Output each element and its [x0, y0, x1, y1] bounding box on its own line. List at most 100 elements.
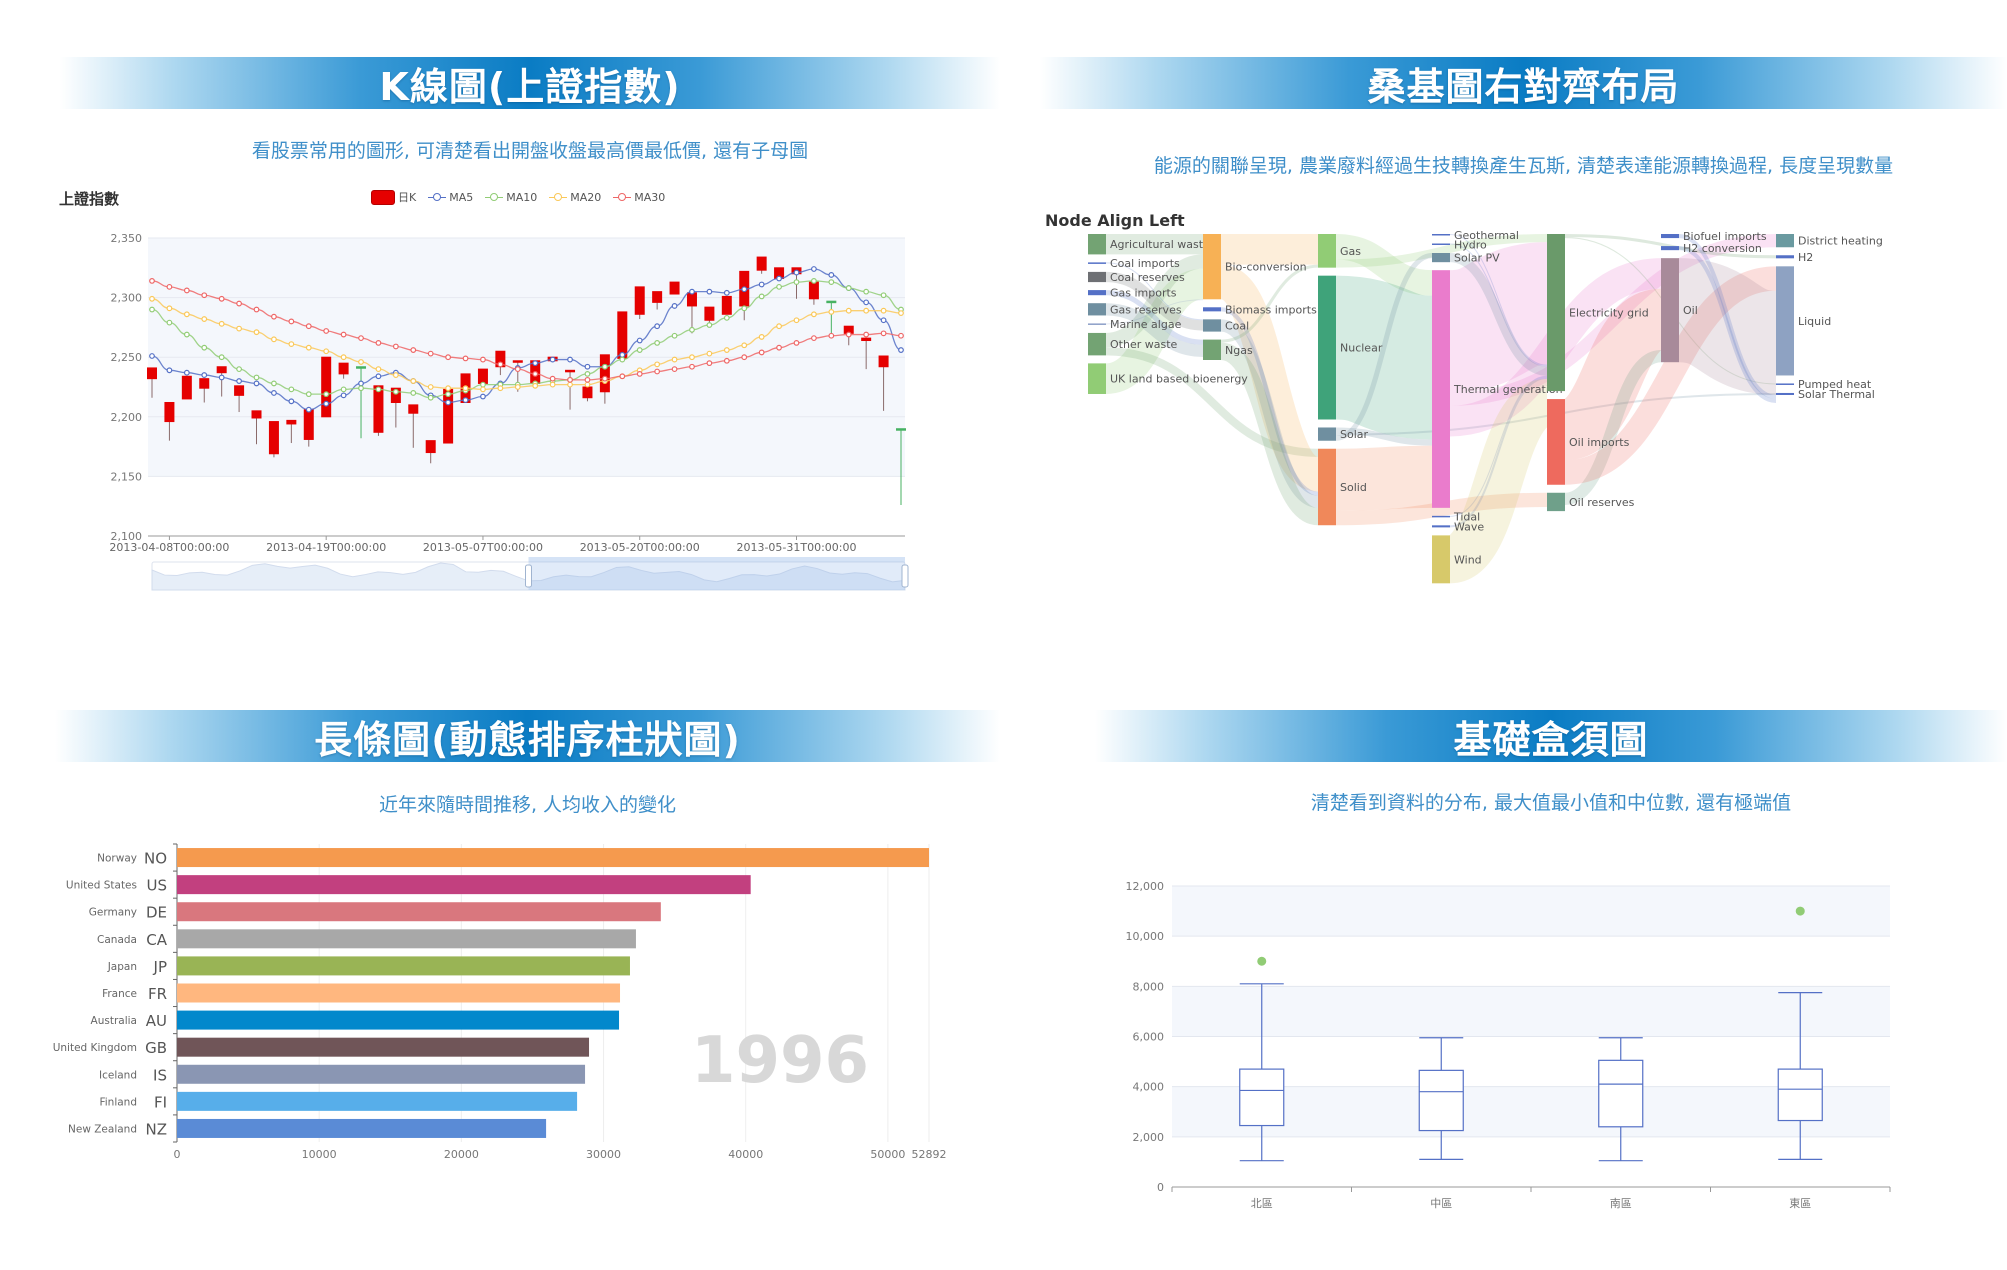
sankey-node[interactable]: Marine algae	[1088, 318, 1182, 331]
y-tick-label: 2,200	[111, 411, 143, 424]
box-1[interactable]	[1418, 1037, 1464, 1161]
sankey-node[interactable]: Liquid	[1776, 266, 1831, 376]
sankey-node[interactable]: Coal reserves	[1088, 271, 1185, 284]
ma-point	[671, 356, 678, 363]
bar-row: United Kingdom GB	[53, 1037, 590, 1057]
ma-point	[811, 335, 817, 342]
ma-point	[706, 360, 713, 367]
ma-point	[584, 363, 591, 370]
bar-row: Canada CA	[97, 929, 636, 949]
ma-point	[532, 370, 539, 377]
ma-point	[271, 380, 277, 387]
country-code-label: JP	[153, 958, 167, 976]
sankey-node-label: Electricity grid	[1569, 307, 1649, 320]
sankey-node-rect	[1318, 448, 1336, 526]
candle-body	[617, 311, 628, 359]
sankey-node[interactable]: Solar	[1318, 427, 1369, 441]
ma-point	[271, 336, 277, 343]
sankey-node[interactable]: Solar PV	[1432, 252, 1500, 265]
sankey-node[interactable]: Solar Thermal	[1776, 388, 1875, 401]
sankey-node[interactable]: Biomass imports	[1203, 303, 1317, 316]
ma-point	[532, 382, 539, 389]
sankey-node[interactable]: District heating	[1776, 234, 1883, 248]
sankey-node-rect	[1203, 307, 1221, 312]
ma-point	[340, 354, 347, 361]
ma-point	[567, 376, 573, 383]
country-code-label: FR	[148, 985, 167, 1003]
candle-body	[826, 300, 837, 304]
ma-point	[811, 266, 817, 272]
sankey-node[interactable]: Wave	[1432, 520, 1484, 533]
candle	[268, 421, 279, 458]
datazoom-handle[interactable]	[525, 564, 532, 588]
candle	[181, 375, 192, 400]
sankey-node-rect	[1547, 234, 1565, 392]
ma-point	[183, 369, 190, 376]
sankey-node-rect	[1203, 319, 1221, 332]
sankey-node-rect	[1776, 383, 1794, 385]
sankey-node[interactable]: Gas imports	[1088, 287, 1177, 300]
candle-body	[512, 360, 523, 363]
sankey-node-label: Oil reserves	[1569, 496, 1635, 509]
sankey-subtitle: 能源的關聯呈現, 農業廢料經過生技轉換產生瓦斯, 清楚表達能源轉換過程, 長度呈…	[1153, 155, 1894, 177]
sankey-chart[interactable]: Node Align Left Agricultural waste Coal im…	[1040, 200, 2007, 600]
candle-body	[216, 366, 227, 374]
bar-de	[177, 902, 661, 922]
datazoom-move-handle	[528, 557, 905, 562]
datazoom-slider[interactable]	[151, 557, 909, 591]
candle-body	[634, 286, 645, 315]
ma-point	[793, 269, 800, 276]
x-tick-label: 10000	[302, 1148, 337, 1161]
country-name-label: United States	[66, 880, 137, 892]
country-code-label: DE	[146, 904, 167, 922]
datazoom-handle[interactable]	[901, 564, 909, 588]
bar-row: Australia AU	[91, 1010, 620, 1030]
candle-body	[181, 375, 192, 400]
ma-point	[497, 385, 504, 392]
sankey-node-rect	[1661, 258, 1679, 363]
ma-point	[358, 380, 364, 387]
ma-point	[201, 344, 208, 351]
ma-point	[514, 384, 521, 390]
ma-point	[323, 400, 330, 407]
candle-body	[303, 409, 314, 440]
ma-point	[166, 319, 173, 326]
candle-body	[686, 292, 697, 307]
ma-point	[201, 292, 208, 299]
ma-point	[863, 299, 870, 306]
sankey-node[interactable]: H2 conversion	[1661, 242, 1762, 255]
sankey-node-rect	[1088, 332, 1106, 356]
ma-point	[218, 374, 225, 381]
sankey-node[interactable]: Oil reserves	[1547, 492, 1635, 512]
candle-body	[704, 306, 715, 321]
sankey-node[interactable]: Biofuel imports	[1661, 230, 1767, 243]
sankey-node-rect	[1088, 303, 1106, 316]
bar-no	[177, 848, 929, 868]
candle	[477, 368, 488, 384]
ma-point	[480, 386, 486, 393]
x-tick-label: 東區	[1789, 1197, 1811, 1210]
sankey-node-label: Wind	[1454, 553, 1482, 566]
outlier-point[interactable]	[1795, 906, 1805, 916]
candle-body	[652, 291, 663, 303]
box-2[interactable]	[1598, 1037, 1644, 1162]
sankey-link	[1335, 445, 1433, 511]
ma-point	[427, 384, 434, 390]
ma-point	[584, 381, 591, 388]
candle-body	[582, 386, 593, 399]
ma-point	[741, 354, 748, 361]
sankey-node[interactable]: Coal imports	[1088, 257, 1180, 270]
sankey-node[interactable]: Gas reserves	[1088, 303, 1182, 316]
sankey-node[interactable]: Coal	[1203, 319, 1249, 332]
sankey-node-rect	[1318, 275, 1336, 420]
kline-chart[interactable]: 2,1002,1502,2002,2502,3002,3502013-04-08…	[0, 0, 1000, 620]
box-body	[1598, 1059, 1644, 1128]
ma-point	[305, 344, 312, 351]
outlier-point[interactable]	[1257, 956, 1267, 966]
bar-race-chart[interactable]: 0 10000 20000 30000 40000 50000 52892 1996 Norwa…	[0, 830, 1000, 1210]
sankey-node[interactable]: H2	[1776, 251, 1813, 264]
boxplot-chart[interactable]: 0 2,000 4,000 6,000 8,000 10,000 12,000 北區 中區 南區 東…	[1040, 860, 2007, 1220]
ma-point	[880, 330, 887, 337]
x-tick-label: 2013-05-31T00:00:00	[736, 541, 856, 554]
sankey-node-label: Solar PV	[1454, 252, 1500, 265]
